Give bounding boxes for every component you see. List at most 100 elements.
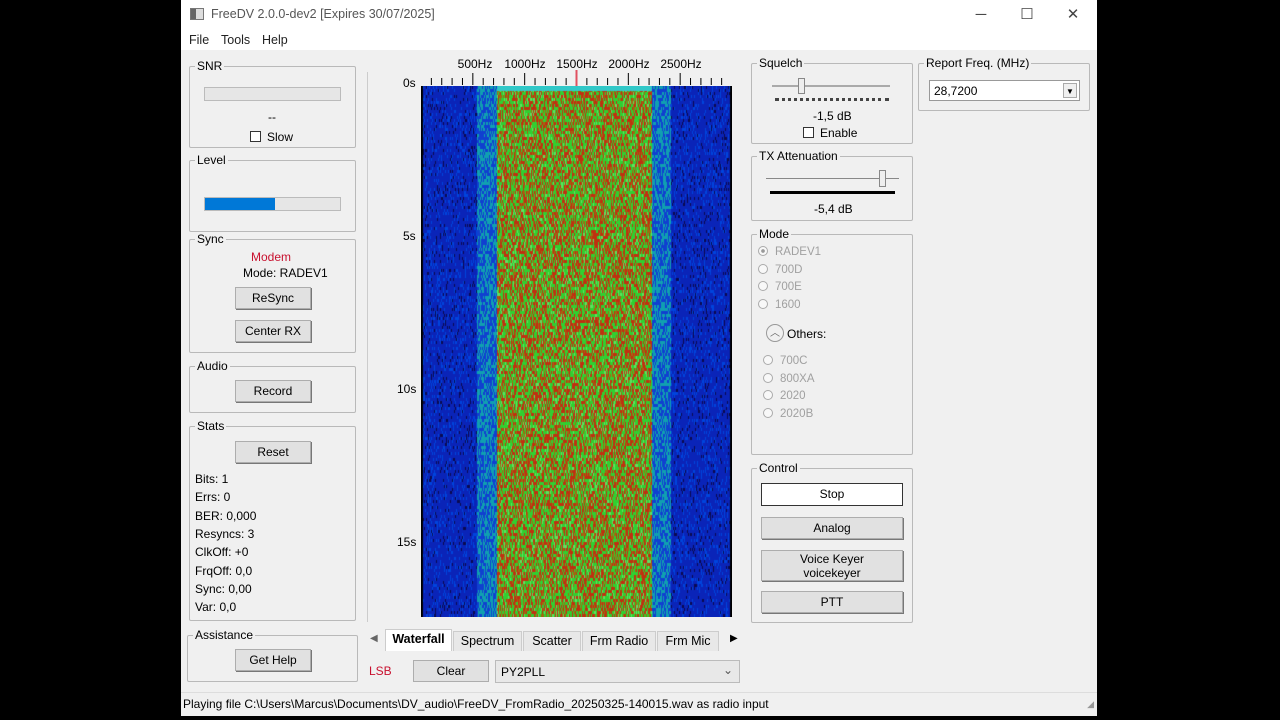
waterfall-display[interactable] xyxy=(421,86,732,617)
status-bar: Playing file C:\Users\Marcus\Documents\D… xyxy=(181,692,1097,715)
squelch-enable-checkbox[interactable]: Enable xyxy=(803,126,857,140)
menu-tools[interactable]: Tools xyxy=(221,33,250,47)
callsign-combobox[interactable]: PY2PLL ⌄ xyxy=(495,660,740,683)
voice-keyer-file: voicekeyer xyxy=(803,566,861,580)
level-meter xyxy=(204,197,341,211)
tab-frm-radio[interactable]: Frm Radio xyxy=(582,631,656,651)
close-button[interactable]: ✕ xyxy=(1053,4,1093,26)
level-group: Level xyxy=(189,153,356,232)
mode-radio-2020b[interactable]: 2020B xyxy=(763,407,814,420)
ptt-button[interactable]: PTT xyxy=(761,591,903,613)
freq-label: 1000Hz xyxy=(504,57,546,71)
record-button[interactable]: Record xyxy=(235,380,311,402)
mode-label: Mode xyxy=(759,227,790,241)
mode-option-label: 700E xyxy=(775,281,802,293)
collapse-others-icon[interactable]: ︿ xyxy=(766,324,784,342)
status-text: Playing file C:\Users\Marcus\Documents\D… xyxy=(183,697,769,711)
freq-label: 2000Hz xyxy=(608,57,650,71)
mode-option-label: 2020B xyxy=(780,407,814,420)
time-label: 10s xyxy=(397,382,417,396)
dropdown-arrow-icon[interactable]: ▼ xyxy=(1063,83,1077,98)
sync-mode: Mode: RADEV1 xyxy=(243,266,328,280)
stats-label: Stats xyxy=(197,419,225,433)
stat-line: Resyncs: 3 xyxy=(195,526,255,541)
stat-line: FrqOff: 0,0 xyxy=(195,563,253,578)
time-label: 0s xyxy=(403,76,416,90)
sideband-indicator: LSB xyxy=(369,664,392,678)
mode-radio-2020[interactable]: 2020 xyxy=(763,390,806,402)
level-label: Level xyxy=(197,153,226,167)
voice-keyer-label: Voice Keyer xyxy=(799,552,865,566)
slow-checkbox[interactable]: Slow xyxy=(250,130,293,144)
tab-spectrum[interactable]: Spectrum xyxy=(453,631,522,651)
stat-line: Sync: 0,00 xyxy=(195,581,252,596)
reset-button[interactable]: Reset xyxy=(235,441,311,463)
tab-frm-mic[interactable]: Frm Mic xyxy=(657,631,719,651)
snr-label: SNR xyxy=(197,59,223,73)
mode-radio-800xa[interactable]: 800XA xyxy=(763,372,815,385)
stat-line: Errs: 0 xyxy=(195,490,231,505)
others-label: Others: xyxy=(787,327,827,341)
title-bar: FreeDV 2.0.0-dev2 [Expires 30/07/2025] ─… xyxy=(181,0,1097,30)
report-freq-value: 28,7200 xyxy=(934,84,978,98)
stop-button[interactable]: Stop xyxy=(761,483,903,506)
frequency-ruler xyxy=(430,70,723,87)
mode-radio-700c[interactable]: 700C xyxy=(763,355,808,367)
squelch-slider-track[interactable] xyxy=(772,85,890,87)
squelch-label: Squelch xyxy=(759,56,803,70)
sync-status: Modem xyxy=(251,250,292,264)
resync-button[interactable]: ReSync xyxy=(235,287,311,309)
panel-divider xyxy=(367,72,368,622)
mode-radio-radev1[interactable]: RADEV1 xyxy=(758,246,821,258)
mode-option-label: 2020 xyxy=(780,390,806,402)
tab-scroll-left-icon[interactable]: ◀ xyxy=(370,633,380,649)
tab-scatter[interactable]: Scatter xyxy=(523,631,581,651)
window-title: FreeDV 2.0.0-dev2 [Expires 30/07/2025] xyxy=(211,7,435,21)
control-label: Control xyxy=(759,461,798,475)
report-freq-combobox[interactable]: 28,7200 ▼ xyxy=(929,80,1080,101)
app-icon xyxy=(190,8,204,20)
minimize-button[interactable]: ─ xyxy=(961,4,1001,26)
stat-line: Var: 0,0 xyxy=(195,600,237,615)
time-label: 15s xyxy=(397,535,417,549)
center-rx-button[interactable]: Center RX xyxy=(235,320,311,342)
tx-attenuation-slider-thumb[interactable] xyxy=(879,170,887,187)
maximize-button[interactable]: ☐ xyxy=(1007,4,1047,26)
tx-attenuation-label: TX Attenuation xyxy=(759,149,838,163)
clear-button[interactable]: Clear xyxy=(413,660,489,682)
snr-bar xyxy=(204,87,341,101)
tx-attenuation-bar xyxy=(770,191,895,194)
analog-button[interactable]: Analog xyxy=(761,517,903,539)
slow-label: Slow xyxy=(267,130,294,144)
mode-option-label: 1600 xyxy=(775,298,801,311)
mode-option-label: 700D xyxy=(775,263,803,276)
resize-grip-icon[interactable]: ◢ xyxy=(1087,699,1094,710)
voice-keyer-button[interactable]: Voice Keyer voicekeyer xyxy=(761,550,903,581)
freq-label: 500Hz xyxy=(457,57,493,71)
squelch-ticks xyxy=(775,97,889,101)
freq-label: 2500Hz xyxy=(660,57,702,71)
audio-label: Audio xyxy=(197,359,228,373)
menu-bar: File Tools Help xyxy=(181,30,1097,50)
mode-option-label: 700C xyxy=(780,355,808,367)
squelch-slider-thumb[interactable] xyxy=(797,78,805,94)
tab-waterfall[interactable]: Waterfall xyxy=(385,629,452,651)
mode-option-label: RADEV1 xyxy=(775,246,822,258)
mode-option-label: 800XA xyxy=(780,372,815,385)
level-meter-fill xyxy=(205,198,276,210)
get-help-button[interactable]: Get Help xyxy=(235,649,311,671)
mode-radio-1600[interactable]: 1600 xyxy=(758,298,801,311)
sync-label: Sync xyxy=(197,232,224,246)
menu-file[interactable]: File xyxy=(189,33,209,47)
assistance-label: Assistance xyxy=(195,628,254,642)
mode-radio-700d[interactable]: 700D xyxy=(758,263,803,276)
time-label: 5s xyxy=(403,229,416,243)
stat-line: ClkOff: +0 xyxy=(195,545,249,560)
snr-value: -- xyxy=(268,110,276,124)
tab-scroll-right-icon[interactable]: ▶ xyxy=(730,633,738,644)
enable-label: Enable xyxy=(820,126,858,140)
chevron-down-icon: ⌄ xyxy=(722,663,733,677)
mode-radio-700e[interactable]: 700E xyxy=(758,281,802,293)
menu-help[interactable]: Help xyxy=(262,33,288,47)
squelch-value: -1,5 dB xyxy=(813,109,852,123)
